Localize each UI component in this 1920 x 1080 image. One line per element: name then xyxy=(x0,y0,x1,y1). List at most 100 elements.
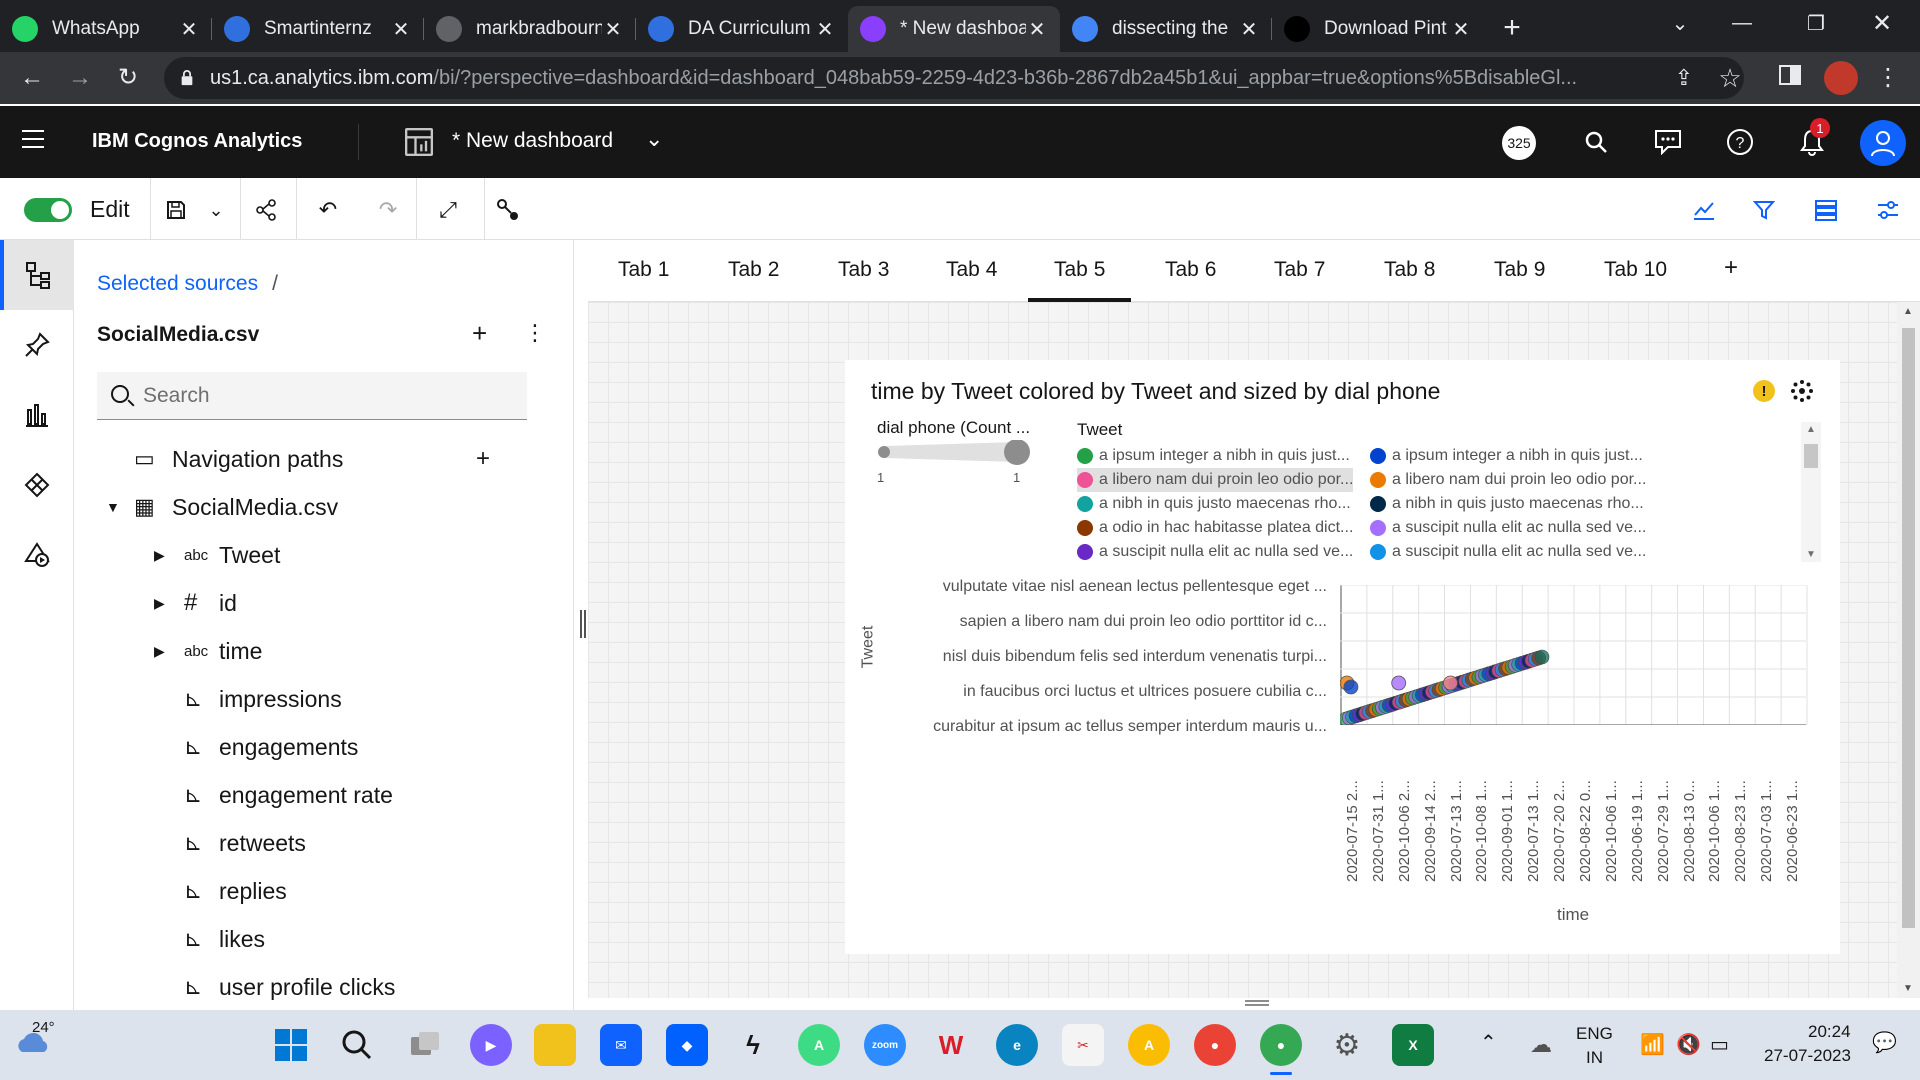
browser-tab[interactable]: dissecting the ✕ xyxy=(1060,6,1272,52)
chevron-down-icon[interactable]: ⌄ xyxy=(645,126,663,152)
close-tab-icon[interactable]: ✕ xyxy=(1238,17,1260,42)
legend-item[interactable]: a libero nam dui proin leo odio por... xyxy=(1077,468,1354,492)
tab-5[interactable]: Tab 5 xyxy=(1028,258,1132,302)
onedrive-icon[interactable]: ☁ xyxy=(1520,1024,1562,1066)
app-s-icon[interactable]: ϟ xyxy=(732,1024,774,1066)
chrome-profile-a-icon[interactable]: A xyxy=(1128,1024,1170,1066)
show-hidden-icons[interactable]: ⌃ xyxy=(1480,1030,1497,1055)
tab-10[interactable]: Tab 10 xyxy=(1604,258,1667,302)
tab-7[interactable]: Tab 7 xyxy=(1274,258,1325,302)
restore-icon[interactable]: ❐ xyxy=(1786,0,1846,46)
legend-item[interactable]: a nibh in quis justo maecenas rho... xyxy=(1370,492,1644,516)
tree-item[interactable]: ⊾ engagement rate xyxy=(74,772,542,818)
back-icon[interactable]: ← xyxy=(16,62,48,94)
tab-6[interactable]: Tab 6 xyxy=(1165,258,1216,302)
save-options-chevron-icon[interactable]: ⌄ xyxy=(198,192,234,228)
dropbox-icon[interactable]: ◆ xyxy=(666,1024,708,1066)
wps-office-icon[interactable]: W xyxy=(930,1024,972,1066)
excel-icon[interactable]: X xyxy=(1392,1024,1434,1066)
tab-1[interactable]: Tab 1 xyxy=(618,258,669,302)
relationship-icon[interactable] xyxy=(490,192,526,228)
share-icon[interactable]: ⇪ xyxy=(1668,62,1700,94)
task-view-icon[interactable] xyxy=(404,1024,446,1066)
breadcrumb[interactable]: Selected sources / xyxy=(97,272,278,296)
chart-title[interactable]: time by Tweet colored by Tweet and sized… xyxy=(871,378,1440,405)
forward-icon[interactable]: → xyxy=(64,62,96,94)
search-input[interactable]: Search xyxy=(97,372,527,420)
legend-item[interactable]: a nibh in quis justo maecenas rho... xyxy=(1077,492,1351,516)
add-source-icon[interactable]: + xyxy=(472,318,487,349)
zoom-icon[interactable]: zoom xyxy=(864,1024,906,1066)
wifi-icon[interactable]: 📶 xyxy=(1640,1032,1665,1057)
legend-item[interactable]: a ipsum integer a nibh in quis just... xyxy=(1077,444,1350,468)
minimize-icon[interactable]: — xyxy=(1712,0,1772,46)
battery-icon[interactable]: ▭ xyxy=(1710,1032,1729,1057)
user-avatar-icon[interactable] xyxy=(1860,120,1906,166)
edit-mode-toggle[interactable] xyxy=(24,198,72,222)
legend-item[interactable]: a odio in hac habitasse platea dict... xyxy=(1077,516,1353,540)
tab-3[interactable]: Tab 3 xyxy=(838,258,889,302)
region[interactable]: IN xyxy=(1586,1048,1603,1068)
insights-icon[interactable] xyxy=(1686,192,1722,228)
android-studio-icon[interactable]: A xyxy=(798,1024,840,1066)
close-tab-icon[interactable]: ✕ xyxy=(814,17,836,42)
browser-tab[interactable]: WhatsApp ✕ xyxy=(0,6,212,52)
chrome-active-icon[interactable]: ● xyxy=(1260,1024,1302,1066)
tab-4[interactable]: Tab 4 xyxy=(946,258,997,302)
chat-icon[interactable] xyxy=(1650,124,1686,160)
close-tab-icon[interactable]: ✕ xyxy=(1450,17,1472,42)
tree-item[interactable]: ⊾ user profile clicks xyxy=(74,964,542,1010)
overflow-menu-icon[interactable]: ⋮ xyxy=(524,320,546,346)
tree-item[interactable]: ⊾ impressions xyxy=(74,676,542,722)
snipping-tool-icon[interactable]: ✂ xyxy=(1062,1024,1104,1066)
tab-search-icon[interactable]: ⌄ xyxy=(1650,0,1710,46)
canvas-resize-handle[interactable] xyxy=(1245,1000,1269,1006)
tab-8[interactable]: Tab 8 xyxy=(1384,258,1435,302)
clock-date[interactable]: 27-07-2023 xyxy=(1764,1046,1851,1066)
chrome-menu-icon[interactable]: ⋮ xyxy=(1872,62,1904,94)
browser-tab[interactable]: DA Curriculum ✕ xyxy=(636,6,848,52)
tree-item[interactable]: ▼ ▦ SocialMedia.csv xyxy=(74,484,542,530)
collapsed-chevron-icon[interactable]: ▶ xyxy=(154,595,165,612)
browser-tab[interactable]: Smartinternz ✕ xyxy=(212,6,424,52)
canvas-scrollbar[interactable]: ▲ ▼ xyxy=(1897,302,1920,998)
undo-icon[interactable]: ↶ xyxy=(310,192,346,228)
tree-item[interactable]: ⊾ retweets xyxy=(74,820,542,866)
address-bar[interactable]: us1.ca.analytics.ibm.com/bi/?perspective… xyxy=(164,57,1744,99)
close-tab-icon[interactable]: ✕ xyxy=(390,17,412,42)
dashboard-title[interactable]: * New dashboard xyxy=(452,129,613,153)
scatter-chart-widget[interactable]: time by Tweet colored by Tweet and sized… xyxy=(845,360,1840,954)
new-tab-button[interactable]: + xyxy=(1484,6,1540,52)
expanded-chevron-icon[interactable]: ▼ xyxy=(106,499,120,515)
legend-item[interactable]: a libero nam dui proin leo odio por... xyxy=(1370,468,1646,492)
chrome-icon[interactable]: ● xyxy=(1194,1024,1236,1066)
tree-item[interactable]: ▶ abc time xyxy=(74,628,542,674)
visualizations-icon[interactable] xyxy=(0,380,74,450)
search-icon[interactable] xyxy=(1578,124,1614,160)
browser-tab[interactable]: Download Pint ✕ xyxy=(1272,6,1484,52)
legend-item[interactable]: a suscipit nulla elit ac nulla sed ve... xyxy=(1077,540,1353,564)
volume-muted-icon[interactable]: 🔇 xyxy=(1676,1032,1701,1057)
tree-item[interactable]: ▭ Navigation paths + xyxy=(74,436,542,482)
edge-icon[interactable]: e xyxy=(996,1024,1038,1066)
filter-icon[interactable] xyxy=(1746,192,1782,228)
sources-icon[interactable] xyxy=(0,240,74,310)
visualization-settings-icon[interactable] xyxy=(1789,378,1815,409)
tree-item[interactable]: ▶ abc Tweet xyxy=(74,532,542,578)
language[interactable]: ENG xyxy=(1576,1024,1613,1044)
windows-start-icon[interactable] xyxy=(270,1024,312,1066)
tree-item[interactable]: ▶ # id xyxy=(74,580,542,626)
file-explorer-icon[interactable] xyxy=(534,1024,576,1066)
tree-item[interactable]: ⊾ likes xyxy=(74,916,542,962)
assets-icon[interactable] xyxy=(0,450,74,520)
add-tab-icon[interactable]: + xyxy=(1724,254,1738,298)
pin-icon[interactable] xyxy=(0,310,74,380)
tab-2[interactable]: Tab 2 xyxy=(728,258,779,302)
share-icon[interactable] xyxy=(248,192,284,228)
add-navigation-path-icon[interactable]: + xyxy=(476,445,490,473)
teams-icon[interactable]: ▶ xyxy=(470,1024,512,1066)
settings-icon[interactable]: ⚙ xyxy=(1326,1024,1368,1066)
collapsed-chevron-icon[interactable]: ▶ xyxy=(154,643,165,660)
clock-time[interactable]: 20:24 xyxy=(1808,1022,1851,1042)
close-window-icon[interactable]: ✕ xyxy=(1852,0,1912,46)
